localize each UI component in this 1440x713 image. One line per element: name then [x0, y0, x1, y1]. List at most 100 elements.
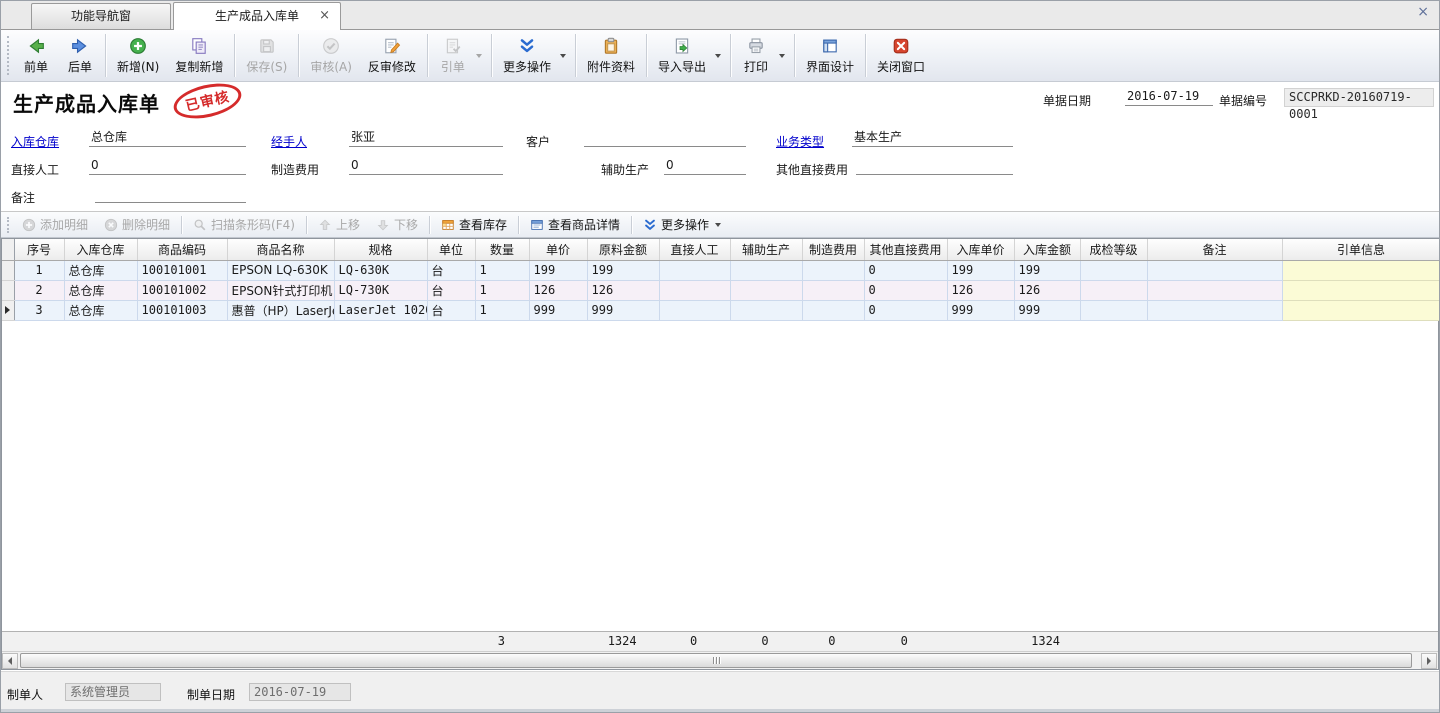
print-button[interactable]: 打印 — [734, 30, 778, 81]
other_cost-field[interactable] — [856, 157, 1013, 175]
attachments-button[interactable]: 附件资料 — [579, 30, 643, 81]
scrollbar-thumb[interactable] — [20, 653, 1412, 668]
grid-cell[interactable] — [730, 300, 802, 320]
grid-cell[interactable] — [1080, 260, 1147, 280]
column-header-14[interactable]: 入库金额 — [1014, 239, 1080, 260]
remark-field[interactable] — [95, 185, 246, 203]
column-header-17[interactable]: 引单信息 — [1282, 239, 1440, 260]
window-close-icon[interactable]: × — [1417, 4, 1429, 20]
biz_type-field[interactable]: 基本生产 — [852, 129, 1013, 147]
grid-cell[interactable]: 总仓库 — [64, 280, 137, 300]
import-export-button[interactable]: 导入导出 — [650, 30, 714, 81]
row-selector-header[interactable] — [2, 239, 14, 260]
grid-cell[interactable]: 126 — [947, 280, 1014, 300]
toolbar-grip-handle[interactable] — [7, 36, 10, 75]
more-actions-button[interactable]: 更多操作 — [635, 214, 729, 235]
grid-cell[interactable]: LaserJet 1020 — [334, 300, 427, 320]
warehouse-label[interactable]: 入库仓库 — [11, 133, 59, 150]
grid-cell[interactable]: 台 — [427, 280, 475, 300]
grid-cell[interactable] — [802, 260, 864, 280]
column-header-10[interactable]: 辅助生产 — [730, 239, 802, 260]
close-window-button[interactable]: 关闭窗口 — [869, 30, 933, 81]
grid-cell[interactable]: EPSON LQ-630K — [227, 260, 334, 280]
ui-design-button[interactable]: 界面设计 — [798, 30, 862, 81]
grid-cell[interactable]: 3 — [14, 300, 64, 320]
dropdown-caret-icon[interactable] — [715, 223, 721, 227]
dropdown-caret-icon[interactable] — [715, 54, 721, 58]
grid-cell[interactable] — [730, 260, 802, 280]
column-header-8[interactable]: 原料金额 — [587, 239, 659, 260]
column-header-11[interactable]: 制造费用 — [802, 239, 864, 260]
warehouse-field[interactable]: 总仓库 — [89, 129, 246, 147]
row-selector[interactable] — [2, 300, 14, 320]
scroll-right-button[interactable] — [1421, 653, 1437, 669]
column-header-4[interactable]: 规格 — [334, 239, 427, 260]
copy-new-button[interactable]: 复制新增 — [167, 30, 231, 81]
scroll-left-button[interactable] — [2, 653, 18, 669]
grid-cell[interactable]: 2 — [14, 280, 64, 300]
next-doc-button[interactable]: 后单 — [58, 30, 102, 81]
column-header-6[interactable]: 数量 — [475, 239, 529, 260]
column-header-5[interactable]: 单位 — [427, 239, 475, 260]
grid-cell[interactable]: 999 — [529, 300, 587, 320]
grid-cell[interactable] — [802, 280, 864, 300]
column-header-0[interactable]: 序号 — [14, 239, 64, 260]
column-header-13[interactable]: 入库单价 — [947, 239, 1014, 260]
prev-doc-button[interactable]: 前单 — [14, 30, 58, 81]
grid-cell[interactable] — [659, 280, 730, 300]
grid-cell[interactable]: 100101002 — [137, 280, 227, 300]
grid-cell[interactable]: 126 — [529, 280, 587, 300]
add-new-button[interactable]: 新增(N) — [109, 30, 167, 81]
grid-cell[interactable]: 199 — [947, 260, 1014, 280]
aux_prod-field[interactable]: 0 — [664, 157, 746, 175]
row-selector[interactable] — [2, 260, 14, 280]
grid-cell[interactable]: 1 — [14, 260, 64, 280]
unapprove-edit-button[interactable]: 反审修改 — [360, 30, 424, 81]
grid-cell[interactable] — [1282, 280, 1440, 300]
grid-cell[interactable]: 100101001 — [137, 260, 227, 280]
grid-cell[interactable]: 126 — [587, 280, 659, 300]
grid-cell[interactable]: 总仓库 — [64, 260, 137, 280]
column-header-9[interactable]: 直接人工 — [659, 239, 730, 260]
more-actions-button[interactable]: 更多操作 — [495, 30, 559, 81]
tab-production-receipt[interactable]: 生产成品入库单 × — [173, 2, 341, 30]
biz_type-label[interactable]: 业务类型 — [776, 133, 824, 150]
grid-cell[interactable]: 999 — [1014, 300, 1080, 320]
grid-cell[interactable]: 199 — [1014, 260, 1080, 280]
column-header-7[interactable]: 单价 — [529, 239, 587, 260]
grid-cell[interactable] — [659, 260, 730, 280]
column-header-2[interactable]: 商品编码 — [137, 239, 227, 260]
grid-cell[interactable]: 台 — [427, 300, 475, 320]
grid-cell[interactable]: 1 — [475, 280, 529, 300]
grid-cell[interactable] — [1282, 300, 1440, 320]
grid-cell[interactable] — [730, 280, 802, 300]
grid-cell[interactable] — [1147, 300, 1282, 320]
grid-cell[interactable]: 1 — [475, 260, 529, 280]
grid-cell[interactable]: 100101003 — [137, 300, 227, 320]
grid-cell[interactable]: EPSON针式打印机 — [227, 280, 334, 300]
handler-field[interactable]: 张亚 — [349, 129, 503, 147]
column-header-1[interactable]: 入库仓库 — [64, 239, 137, 260]
grid-cell[interactable]: 126 — [1014, 280, 1080, 300]
toolbar-grip-handle[interactable] — [7, 217, 10, 233]
column-header-12[interactable]: 其他直接费用 — [864, 239, 947, 260]
mfg_cost-field[interactable]: 0 — [349, 157, 503, 175]
view-stock-button[interactable]: 查看库存 — [433, 214, 515, 235]
grid-cell[interactable] — [1080, 300, 1147, 320]
grid-cell[interactable]: LQ-730K — [334, 280, 427, 300]
row-selector[interactable] — [2, 280, 14, 300]
grid-cell[interactable]: 0 — [864, 260, 947, 280]
dropdown-caret-icon[interactable] — [560, 54, 566, 58]
horizontal-scrollbar[interactable] — [2, 651, 1438, 669]
direct_labor-field[interactable]: 0 — [89, 157, 246, 175]
column-header-3[interactable]: 商品名称 — [227, 239, 334, 260]
grid-cell[interactable]: 1 — [475, 300, 529, 320]
doc-date-field[interactable]: 2016-07-19 — [1125, 88, 1213, 106]
grid-cell[interactable]: 0 — [864, 300, 947, 320]
view-product-detail-button[interactable]: 查看商品详情 — [522, 214, 628, 235]
grid-cell[interactable]: 惠普（HP）LaserJet — [227, 300, 334, 320]
grid-cell[interactable]: 总仓库 — [64, 300, 137, 320]
tab-close-icon[interactable]: × — [319, 3, 330, 29]
grid-cell[interactable]: LQ-630K — [334, 260, 427, 280]
dropdown-caret-icon[interactable] — [779, 54, 785, 58]
